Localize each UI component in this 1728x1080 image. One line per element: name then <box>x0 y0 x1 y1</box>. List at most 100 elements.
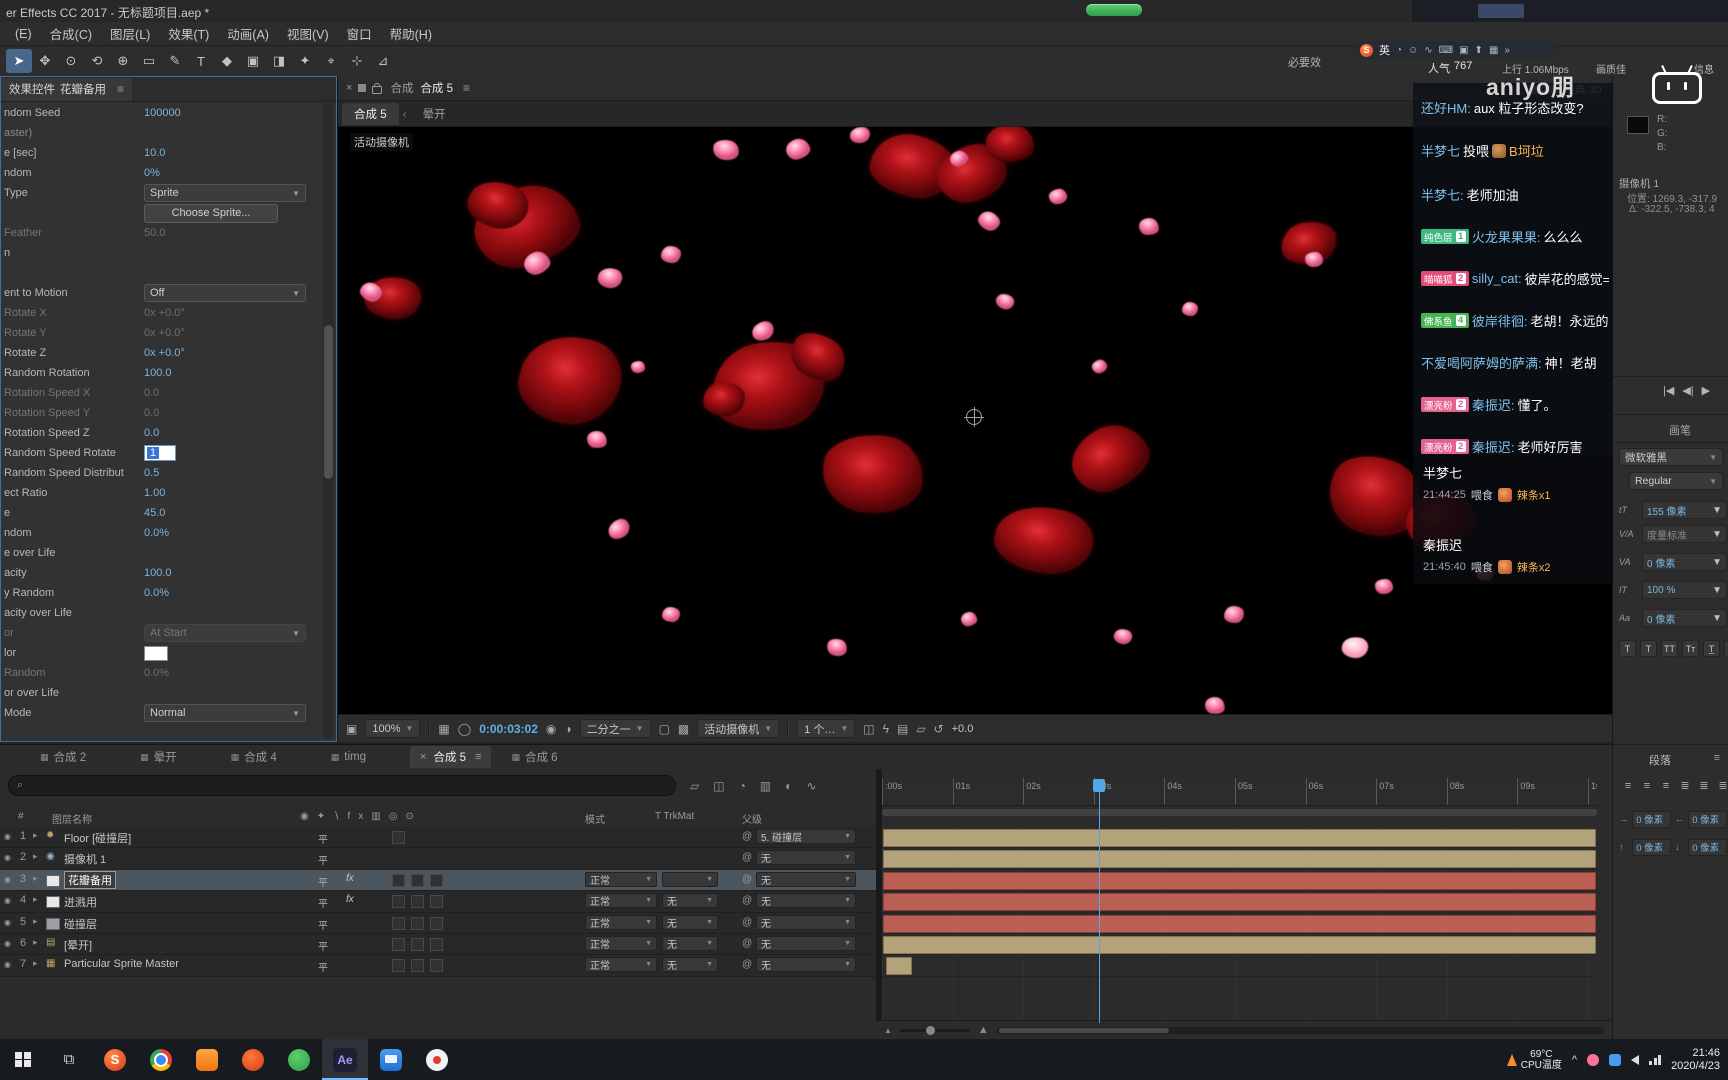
indent-input[interactable]: 0 像素 <box>1688 838 1727 856</box>
exposure-value[interactable]: +0.0 <box>952 723 974 735</box>
scrollbar-thumb[interactable] <box>998 1027 1169 1033</box>
channels-icon[interactable]: ◑ <box>564 722 571 736</box>
ime-mode-label[interactable]: 英 <box>1379 42 1390 58</box>
emoji-icon[interactable]: ☺ <box>1408 45 1418 56</box>
panel-menu-icon[interactable]: ≡ <box>1714 752 1720 764</box>
taskbar-clock[interactable]: 21:46 2020/4/23 <box>1671 1047 1720 1073</box>
close-icon[interactable]: × <box>420 751 426 763</box>
effect-property-dropdown[interactable]: At Start ▼ <box>144 624 306 642</box>
zoom-out-mountain-icon[interactable]: ▲ <box>884 1026 892 1035</box>
background-window-button[interactable] <box>1478 4 1524 18</box>
timeline-tab-0[interactable]: ▦ 合成 2 <box>30 746 96 768</box>
parent-pickwhip-icon[interactable]: @ <box>742 874 752 885</box>
effect-property-value[interactable]: 0.0 <box>144 387 159 399</box>
effect-property-value[interactable]: 100.0 <box>144 367 172 379</box>
layer-name[interactable]: [晕开] <box>64 937 92 953</box>
taskbar-icon-green-app[interactable] <box>276 1039 322 1080</box>
layer-name[interactable]: 摄像机 1 <box>64 851 106 867</box>
align-button-3[interactable]: ≣ <box>1678 780 1692 793</box>
blend-mode-select[interactable]: 正常 ▼ <box>585 957 657 973</box>
switch-checkbox[interactable] <box>392 873 405 887</box>
parent-pickwhip-icon[interactable]: @ <box>742 959 752 970</box>
switch-checkbox[interactable] <box>411 959 424 973</box>
trkmat-select[interactable]: 无 ▼ <box>662 914 718 930</box>
active-comp-name[interactable]: 合成 5 <box>420 80 453 96</box>
switch-checkbox[interactable] <box>392 916 405 930</box>
blend-mode-select[interactable]: 正常 ▼ <box>585 935 657 951</box>
layer-duration-bar[interactable] <box>883 893 1596 912</box>
faux-style-button-0[interactable]: T <box>1619 640 1636 657</box>
twirl-icon[interactable]: ▸ <box>33 873 38 884</box>
quality-switch[interactable]: 平 <box>318 895 328 910</box>
roto-brush-tool-icon[interactable]: ✦ <box>292 49 318 73</box>
effect-property-value[interactable]: 0.0% <box>144 587 169 599</box>
eye-icon[interactable]: ◉ <box>4 939 11 948</box>
bilibili-tray-icon[interactable] <box>1587 1053 1600 1066</box>
eye-icon[interactable]: ◉ <box>4 896 11 905</box>
font-size-select[interactable]: 155 像素 ▼ <box>1642 501 1727 519</box>
faux-style-button-2[interactable]: TT <box>1661 640 1678 657</box>
menu-item-3[interactable]: 效果(T) <box>159 24 218 43</box>
quality-switch[interactable]: 平 <box>318 852 328 867</box>
baseline-shift-select[interactable]: 0 像素 ▼ <box>1642 609 1727 627</box>
effect-property-value[interactable]: 1.00 <box>144 487 165 499</box>
preview-quality-icon[interactable]: ▣ <box>346 722 357 736</box>
clone-stamp-tool-icon[interactable]: ▣ <box>240 49 266 73</box>
taskbar-icon-after-effects[interactable]: Ae <box>322 1039 368 1080</box>
voice-icon[interactable]: ∿ <box>1424 45 1432 56</box>
effect-controls-scrollbar[interactable] <box>323 103 334 739</box>
first-frame-button[interactable]: |◀ <box>1663 384 1674 397</box>
align-button-0[interactable]: ≡ <box>1621 780 1635 793</box>
current-time-display[interactable]: 0:00:03:02 <box>479 722 538 736</box>
layer-duration-bar[interactable] <box>883 935 1596 954</box>
grid-guides-icon[interactable]: ▦ <box>438 722 449 736</box>
faux-style-button-1[interactable]: T <box>1640 640 1657 657</box>
effect-property-dropdown[interactable]: Normal ▼ <box>144 704 306 722</box>
twirl-icon[interactable]: ▸ <box>33 894 38 905</box>
hand-tool-icon[interactable]: ✥ <box>32 49 58 73</box>
layer-row-2[interactable]: ◉ 2 ▸ ◉ 摄像机 1 平 @ 无 ▼ <box>0 848 876 870</box>
effect-property-value[interactable]: 0% <box>144 167 160 179</box>
faux-style-button-3[interactable]: Tт <box>1682 640 1699 657</box>
parent-select[interactable]: 无 ▼ <box>756 935 856 951</box>
mask-visibility-icon[interactable]: ◯ <box>458 722 471 736</box>
quality-switch[interactable]: 平 <box>318 831 328 846</box>
timeline-tab-2[interactable]: ▦ 合成 4 <box>221 746 287 768</box>
eye-icon[interactable]: ◉ <box>4 875 11 884</box>
tray-expand-icon[interactable]: ^ <box>1572 1054 1577 1066</box>
layer-row-4[interactable]: ◉ 4 ▸ 迸溅用平 fx 正常 ▼ 无 ▼ @ 无 ▼ <box>0 891 876 913</box>
parent-select[interactable]: 无 ▼ <box>756 914 856 930</box>
brushes-panel-tab[interactable]: 画笔 <box>1669 422 1691 438</box>
vertical-scale-select[interactable]: 100 % ▼ <box>1642 581 1727 599</box>
panel-menu-icon[interactable]: ≡ <box>475 751 481 763</box>
work-area-bar[interactable] <box>882 809 1597 816</box>
puppet-pin-tool-icon[interactable]: ⌖ <box>318 49 344 73</box>
effect-controls-tab[interactable]: 效果控件 花瓣备用 ≡ <box>1 77 133 101</box>
eye-icon[interactable]: ◉ <box>4 918 11 927</box>
timeline-tab-3[interactable]: ▦ timg <box>321 746 376 768</box>
switch-checkbox[interactable] <box>392 959 405 973</box>
pan-behind-tool-icon[interactable]: ⊕ <box>110 49 136 73</box>
frame-blend-icon[interactable]: ▥ <box>760 779 771 793</box>
taskbar-icon-task-view[interactable]: ⧉ <box>46 1039 92 1080</box>
axis-mode-local-icon[interactable]: ⊹ <box>344 49 370 73</box>
twirl-icon[interactable]: ▸ <box>33 851 38 862</box>
brush-tool-icon[interactable]: ◆ <box>214 49 240 73</box>
font-style-select[interactable]: Regular ▼ <box>1629 472 1723 490</box>
eye-icon[interactable]: ◉ <box>4 960 11 969</box>
layer-row-1[interactable]: ◉ 1 ▸ ✹ Floor [碰撞层] 平 @5. 碰撞层 ▼ <box>0 827 876 849</box>
effect-property-value[interactable]: 0.0% <box>144 667 169 679</box>
effect-property-value[interactable]: 100000 <box>144 107 181 119</box>
twirl-icon[interactable]: ▸ <box>33 937 38 948</box>
taskbar-icon-live-hime[interactable] <box>368 1039 414 1080</box>
trkmat-select[interactable]: ▼ <box>662 871 718 887</box>
workspace-label[interactable]: 必要效 <box>1288 54 1321 70</box>
network-icon[interactable] <box>1649 1054 1662 1065</box>
grid-icon[interactable]: ▦ <box>1489 45 1498 56</box>
blend-mode-select[interactable]: 正常 ▼ <box>585 893 657 909</box>
paragraph-panel-tab[interactable]: 段落 <box>1649 752 1671 768</box>
lock-icon[interactable] <box>372 82 383 94</box>
pen-tool-icon[interactable]: ✎ <box>162 49 188 73</box>
current-time-indicator-line[interactable] <box>1099 792 1100 1023</box>
effect-property-value[interactable]: 45.0 <box>144 507 165 519</box>
